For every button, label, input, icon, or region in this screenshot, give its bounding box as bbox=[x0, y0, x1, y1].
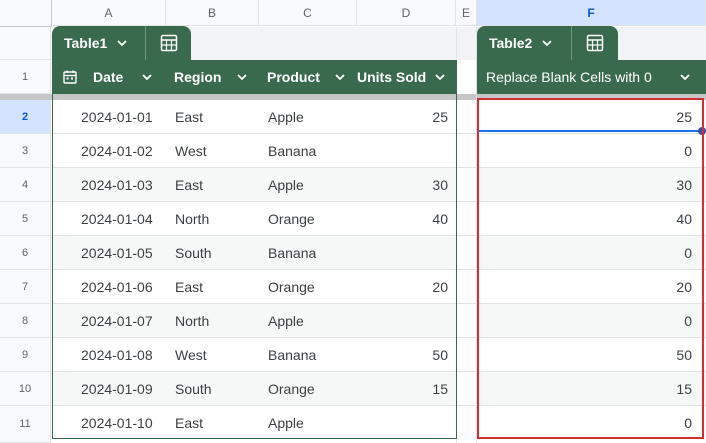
chevron-down-icon[interactable] bbox=[678, 70, 692, 84]
row-header-3[interactable]: 3 bbox=[0, 134, 51, 168]
row-header-10[interactable]: 10 bbox=[0, 372, 51, 406]
table1-cell-region[interactable]: North bbox=[175, 202, 255, 236]
table1-cell-region[interactable]: South bbox=[175, 372, 255, 406]
table1-cell-product[interactable]: Apple bbox=[268, 304, 354, 338]
table1-header-region[interactable]: Region bbox=[166, 60, 259, 94]
table-calc-icon[interactable] bbox=[571, 26, 618, 60]
table2-tab[interactable]: Table2 bbox=[477, 26, 618, 60]
table1-tab[interactable]: Table1 bbox=[52, 26, 191, 60]
chevron-down-icon[interactable] bbox=[140, 70, 154, 84]
table1-cell-units-sold[interactable]: 20 bbox=[360, 270, 448, 304]
table1-cell-region[interactable]: West bbox=[175, 134, 255, 168]
table1-cell-region[interactable]: East bbox=[175, 168, 255, 202]
table1-cell-product[interactable]: Orange bbox=[268, 372, 354, 406]
row-header-6[interactable]: 6 bbox=[0, 236, 51, 270]
table1-cell-units-sold[interactable] bbox=[360, 134, 448, 168]
table1-cell-region[interactable]: East bbox=[175, 406, 255, 440]
table1-header-product[interactable]: Product bbox=[259, 60, 357, 94]
table1-cell-product[interactable]: Banana bbox=[268, 338, 354, 372]
table1-cell-region[interactable]: East bbox=[175, 100, 255, 134]
chevron-down-icon[interactable] bbox=[433, 70, 447, 84]
column-header-f[interactable]: F bbox=[477, 0, 706, 26]
table1-cell-product[interactable]: Apple bbox=[268, 100, 354, 134]
table-calc-icon[interactable] bbox=[145, 26, 191, 60]
table1-cell-date[interactable]: 2024-01-01 bbox=[81, 100, 161, 134]
table1-cell-product[interactable]: Orange bbox=[268, 270, 354, 304]
column-header-e[interactable]: E bbox=[456, 0, 477, 26]
table1-cell-product[interactable]: Apple bbox=[268, 406, 354, 440]
table1-cell-units-sold[interactable]: 50 bbox=[360, 338, 448, 372]
table1-cell-product[interactable]: Apple bbox=[268, 168, 354, 202]
table1-name: Table1 bbox=[64, 35, 108, 51]
table1-cell-units-sold[interactable] bbox=[360, 406, 448, 440]
table1-cell-region[interactable]: South bbox=[175, 236, 255, 270]
table1-cell-units-sold[interactable] bbox=[360, 304, 448, 338]
table1-cell-date[interactable]: 2024-01-10 bbox=[81, 406, 161, 440]
table1-cell-date[interactable]: 2024-01-06 bbox=[81, 270, 161, 304]
row-header-8[interactable]: 8 bbox=[0, 304, 51, 338]
chevron-down-icon[interactable] bbox=[235, 70, 249, 84]
row-header-4[interactable]: 4 bbox=[0, 168, 51, 202]
highlight-box bbox=[477, 98, 704, 439]
table1-cell-date[interactable]: 2024-01-08 bbox=[81, 338, 161, 372]
column-header-d[interactable]: D bbox=[357, 0, 456, 26]
select-all-corner[interactable] bbox=[0, 0, 52, 27]
table1-cell-region[interactable]: East bbox=[175, 270, 255, 304]
header-label-date: Date bbox=[93, 69, 124, 85]
table1-cell-date[interactable]: 2024-01-09 bbox=[81, 372, 161, 406]
row-header-7[interactable]: 7 bbox=[0, 270, 51, 304]
row-header-1[interactable]: 1 bbox=[0, 60, 51, 94]
column-header-a[interactable]: A bbox=[52, 0, 166, 26]
table1-cell-product[interactable]: Orange bbox=[268, 202, 354, 236]
row-header-9[interactable]: 9 bbox=[0, 338, 51, 372]
table1-cell-product[interactable]: Banana bbox=[268, 134, 354, 168]
table1-header-units-sold[interactable]: Units Sold bbox=[357, 60, 457, 94]
table1-cell-units-sold[interactable] bbox=[360, 236, 448, 270]
row-header-5[interactable]: 5 bbox=[0, 202, 51, 236]
table1-cell-units-sold[interactable]: 30 bbox=[360, 168, 448, 202]
table1-cell-date[interactable]: 2024-01-03 bbox=[81, 168, 161, 202]
chevron-down-icon[interactable] bbox=[540, 36, 554, 50]
table1-cell-product[interactable]: Banana bbox=[268, 236, 354, 270]
table1-cell-date[interactable]: 2024-01-05 bbox=[81, 236, 161, 270]
table1-header-date[interactable]: Date bbox=[52, 60, 166, 94]
table1-cell-units-sold[interactable]: 40 bbox=[360, 202, 448, 236]
table2-header-replace-blank[interactable]: Replace Blank Cells with 0 bbox=[477, 60, 706, 94]
table1-cell-date[interactable]: 2024-01-02 bbox=[81, 134, 161, 168]
table1-cell-region[interactable]: West bbox=[175, 338, 255, 372]
calendar-icon bbox=[63, 70, 77, 84]
header-label-replace-blank: Replace Blank Cells with 0 bbox=[486, 69, 652, 85]
row-header-11[interactable]: 11 bbox=[0, 406, 51, 443]
table1-cell-units-sold[interactable]: 15 bbox=[360, 372, 448, 406]
header-label-region: Region bbox=[174, 69, 222, 85]
table1-cell-region[interactable]: North bbox=[175, 304, 255, 338]
header-label-product: Product bbox=[267, 69, 320, 85]
table1-cell-date[interactable]: 2024-01-07 bbox=[81, 304, 161, 338]
chevron-down-icon[interactable] bbox=[115, 36, 129, 50]
table2-name: Table2 bbox=[489, 35, 533, 51]
table1-cell-date[interactable]: 2024-01-04 bbox=[81, 202, 161, 236]
header-label-units-sold: Units Sold bbox=[357, 69, 427, 85]
column-header-c[interactable]: C bbox=[259, 0, 357, 26]
table1-cell-units-sold[interactable]: 25 bbox=[360, 100, 448, 134]
column-header-b[interactable]: B bbox=[166, 0, 259, 26]
chevron-down-icon[interactable] bbox=[333, 70, 347, 84]
row-header-2[interactable]: 2 bbox=[0, 100, 51, 134]
row-header-tabs bbox=[0, 27, 51, 60]
